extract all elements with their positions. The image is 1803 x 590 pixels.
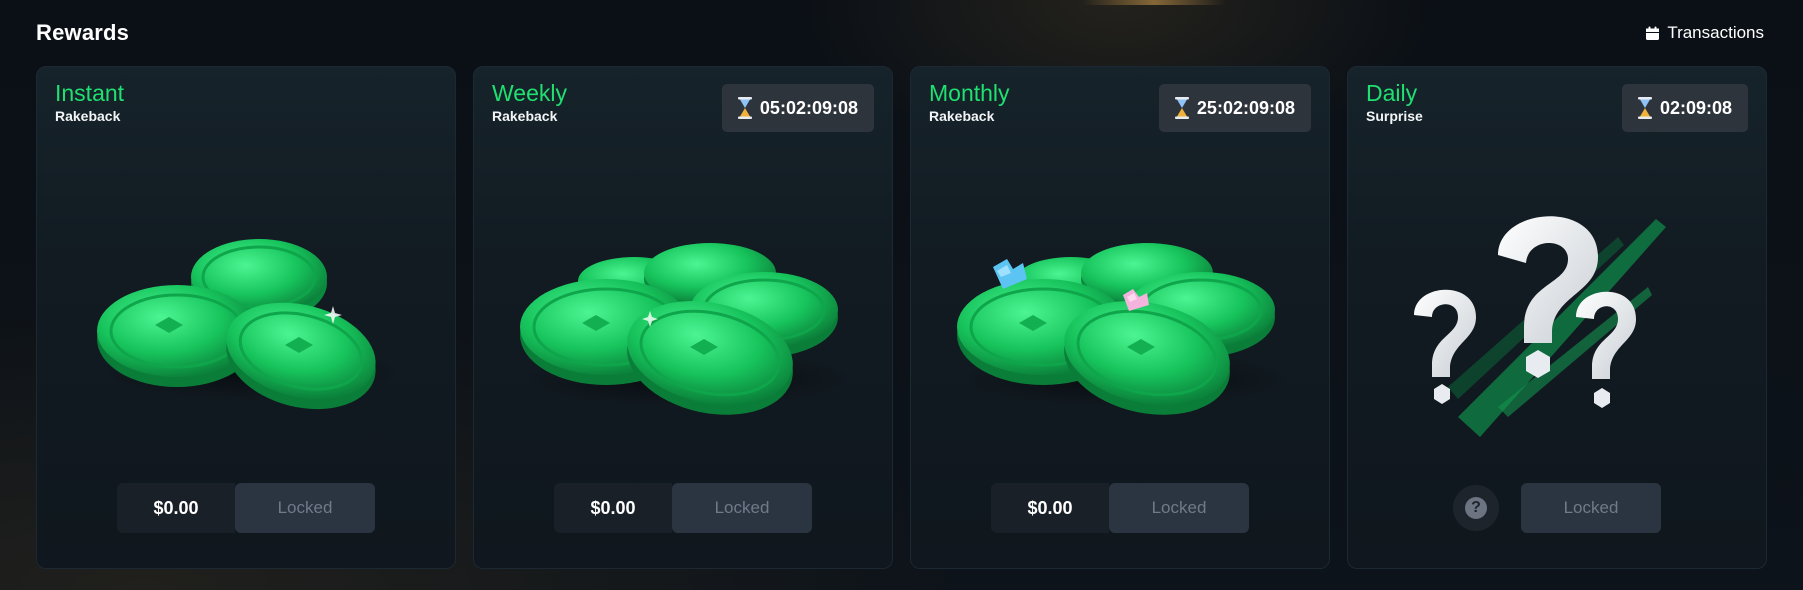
countdown-timer: 02:09:08 <box>1621 84 1748 132</box>
reward-cards: Instant Rakeback $0.00 Locked Weekly Rak… <box>36 66 1767 569</box>
reward-amount: $0.00 <box>554 483 672 533</box>
timer-value: 05:02:09:08 <box>759 97 858 118</box>
timer-value: 25:02:09:08 <box>1196 97 1295 118</box>
coins-illustration <box>37 167 455 467</box>
card-subtitle: Rakeback <box>929 108 995 124</box>
card-actions: $0.00 Locked <box>911 483 1329 533</box>
card-title: Weekly <box>492 80 567 106</box>
card-heading: Daily Surprise <box>1366 79 1423 125</box>
calendar-icon <box>1645 26 1660 41</box>
card-actions: $0.00 Locked <box>474 483 892 533</box>
reward-amount: $0.00 <box>991 483 1109 533</box>
hourglass-icon <box>1174 97 1189 119</box>
card-heading: Instant Rakeback <box>55 79 124 125</box>
card-actions: $0.00 Locked <box>37 483 455 533</box>
rewards-page: Rewards Transactions Instant Rakeback $0… <box>0 0 1803 590</box>
card-title: Monthly <box>929 80 1010 106</box>
card-subtitle: Rakeback <box>55 108 121 124</box>
card-actions: ? Locked <box>1348 483 1766 533</box>
reward-card-monthly: Monthly Rakeback 25:02:09:08 $0.00 Locke… <box>910 66 1330 569</box>
locked-button[interactable]: Locked <box>1521 483 1661 533</box>
countdown-timer: 25:02:09:08 <box>1158 84 1311 132</box>
hourglass-icon <box>737 97 752 119</box>
reward-card-weekly: Weekly Rakeback 05:02:09:08 $0.00 Locked <box>473 66 893 569</box>
card-subtitle: Surprise <box>1366 108 1423 124</box>
reward-card-instant: Instant Rakeback $0.00 Locked <box>36 66 456 569</box>
transactions-link[interactable]: Transactions <box>1645 23 1764 43</box>
locked-button[interactable]: Locked <box>235 483 375 533</box>
help-button[interactable]: ? <box>1453 485 1499 531</box>
card-title: Daily <box>1366 80 1418 106</box>
timer-value: 02:09:08 <box>1659 97 1732 118</box>
rewards-header: Rewards Transactions <box>36 18 1764 48</box>
coins-illustration <box>911 167 1329 467</box>
page-title: Rewards <box>36 20 130 45</box>
mystery-question-marks-illustration <box>1348 167 1766 467</box>
countdown-timer: 05:02:09:08 <box>721 84 874 132</box>
card-heading: Weekly Rakeback <box>492 79 567 125</box>
reward-amount: $0.00 <box>117 483 235 533</box>
reward-card-daily: Daily Surprise 02:09:08 ? Locked <box>1347 66 1767 569</box>
transactions-label: Transactions <box>1667 23 1764 42</box>
coins-illustration <box>474 167 892 467</box>
card-subtitle: Rakeback <box>492 108 558 124</box>
question-icon: ? <box>1465 497 1487 519</box>
top-accent-line <box>0 0 1803 5</box>
card-heading: Monthly Rakeback <box>929 79 1010 125</box>
locked-button[interactable]: Locked <box>1109 483 1249 533</box>
hourglass-icon <box>1637 97 1652 119</box>
locked-button[interactable]: Locked <box>672 483 812 533</box>
card-title: Instant <box>55 80 125 106</box>
